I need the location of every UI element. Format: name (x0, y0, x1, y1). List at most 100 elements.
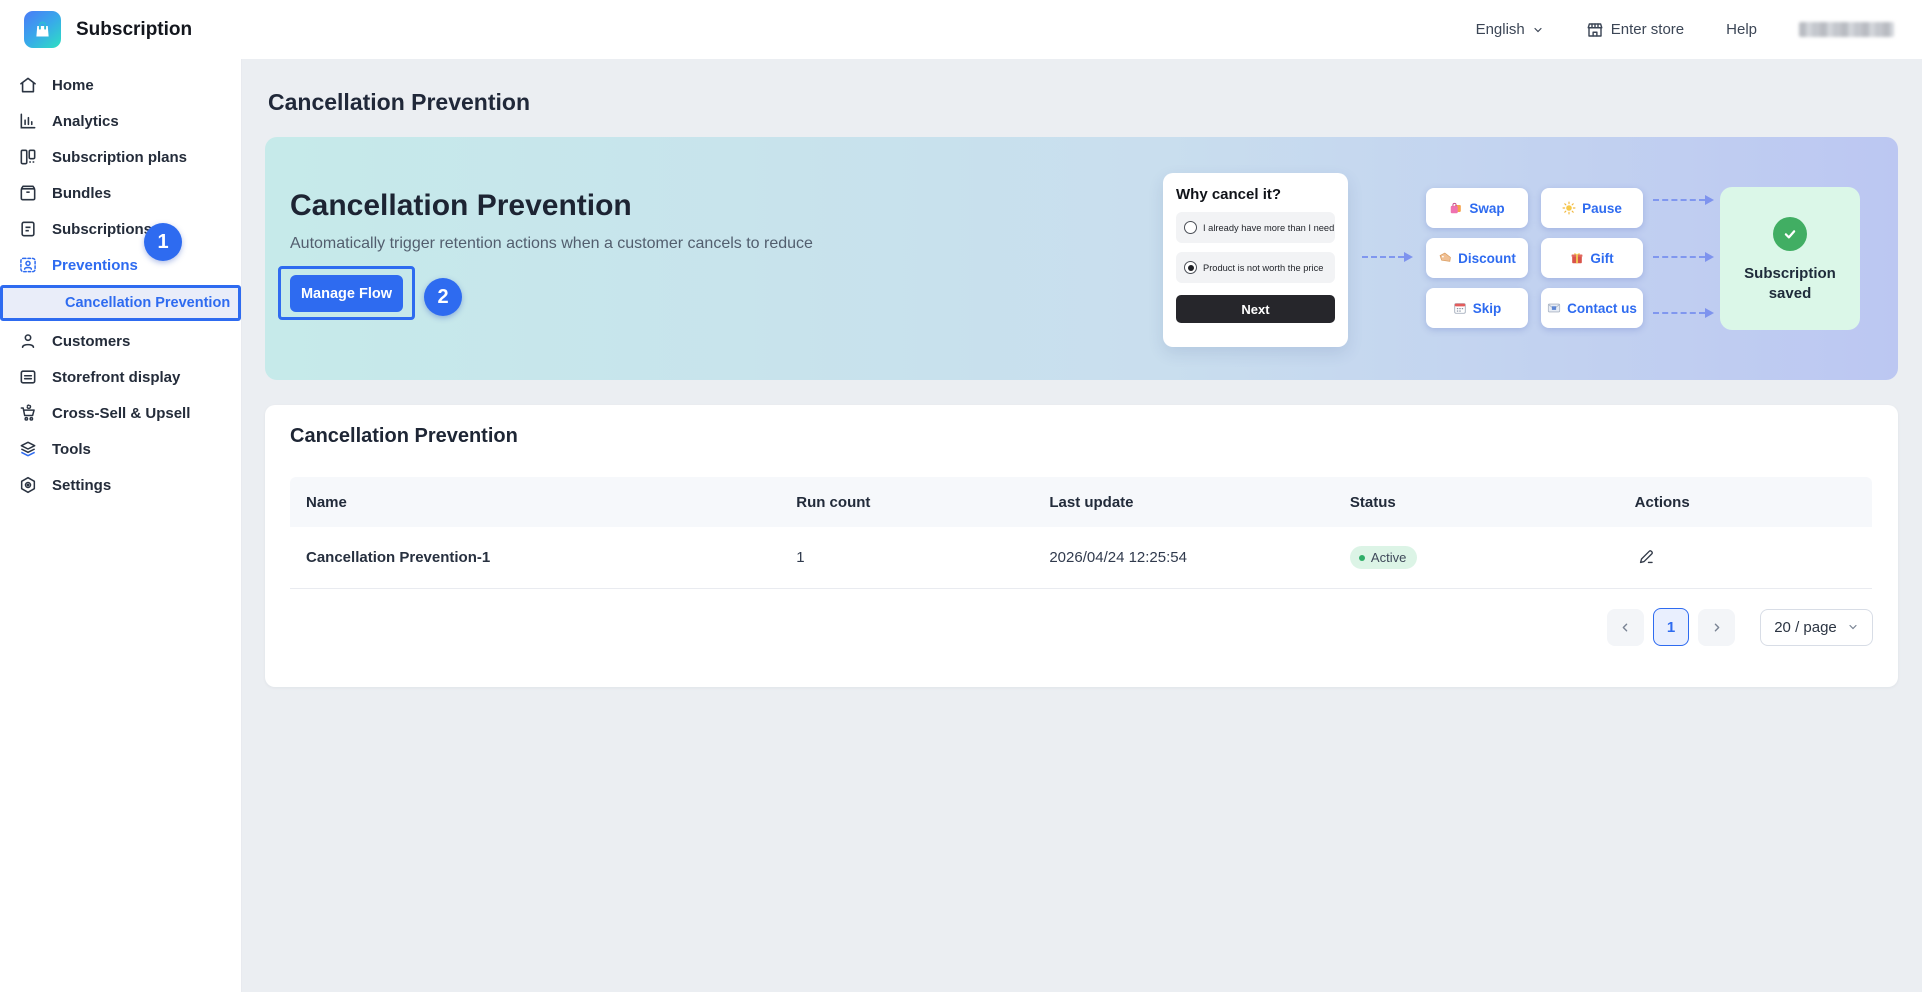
sidebar-item-bundles[interactable]: Bundles (0, 175, 241, 211)
sidebar-item-cross-sell-upsell[interactable]: Cross-Sell & Upsell (0, 395, 241, 431)
help-label: Help (1726, 21, 1757, 38)
sidebar-item-label: Preventions (52, 256, 138, 274)
cell-actions (1635, 545, 1872, 570)
retention-action-pause: Pause (1541, 188, 1643, 228)
sidebar-item-label: Storefront display (52, 368, 181, 386)
table-heading: Cancellation Prevention (290, 425, 518, 447)
storefront-icon (1586, 21, 1604, 39)
user-menu[interactable] (1799, 22, 1894, 37)
flow-arrow-icon (1653, 252, 1714, 262)
survey-title: Why cancel it? (1176, 186, 1282, 203)
gift-icon (1570, 251, 1584, 265)
layers-icon (18, 439, 38, 459)
saved-text-line1: Subscription (1744, 265, 1836, 282)
status-badge: Active (1349, 546, 1418, 569)
retention-action-swap: Swap (1426, 188, 1528, 228)
flow-arrow-icon (1653, 195, 1714, 205)
topbar: Subscription English Enter store Help (0, 0, 1922, 59)
retention-action-label: Swap (1469, 200, 1505, 216)
cell-status: Active (1349, 546, 1635, 569)
document-icon (18, 219, 38, 239)
flow-arrow-icon (1653, 308, 1714, 318)
cart-icon (18, 403, 38, 423)
edit-button[interactable] (1635, 545, 1658, 568)
sidebar-item-tools[interactable]: Tools (0, 431, 241, 467)
language-label: English (1475, 21, 1525, 38)
email-icon (1547, 301, 1561, 315)
cancel-survey-card: Why cancel it? I already have more than … (1163, 173, 1348, 347)
sidebar: Home Analytics Subscription plans Bundle… (0, 59, 242, 992)
bar-chart-icon (18, 111, 38, 131)
prev-page-button[interactable] (1607, 608, 1644, 646)
column-header-actions: Actions (1634, 493, 1690, 511)
retention-action-discount: Discount (1426, 238, 1528, 278)
column-header-last-update: Last update (1049, 493, 1134, 511)
user-name-redacted (1799, 22, 1894, 37)
sidebar-item-label: Home (52, 76, 94, 94)
enter-store-label: Enter store (1610, 21, 1685, 38)
next-page-button[interactable] (1698, 608, 1735, 646)
retention-action-label: Pause (1582, 200, 1622, 216)
sidebar-item-home[interactable]: Home (0, 67, 241, 103)
sidebar-item-customers[interactable]: Customers (0, 323, 241, 359)
sidebar-item-label: Subscriptions (52, 220, 153, 238)
price-tag-icon (1438, 251, 1452, 265)
help-button[interactable]: Help (1726, 21, 1757, 38)
sidebar-item-subscriptions[interactable]: Subscriptions (0, 211, 241, 247)
retention-action-skip: Skip (1426, 288, 1528, 328)
sidebar-item-cancellation-prevention[interactable]: Cancellation Prevention (0, 285, 241, 321)
retention-action-label: Gift (1590, 250, 1614, 266)
sidebar-item-settings[interactable]: Settings (0, 467, 241, 503)
radio-unselected-icon (1184, 221, 1197, 234)
enter-store-button[interactable]: Enter store (1586, 21, 1684, 39)
survey-option-label: I already have more than I need (1203, 222, 1335, 233)
page-1-button[interactable]: 1 (1653, 608, 1689, 646)
sidebar-item-label: Customers (52, 332, 131, 350)
subscription-saved-card: Subscription saved (1720, 187, 1860, 330)
cancellation-prevention-banner: Cancellation Prevention Automatically tr… (265, 137, 1898, 380)
sidebar-item-label: Analytics (52, 112, 119, 130)
sidebar-item-label: Subscription plans (52, 148, 188, 166)
annotation-step-2-badge: 2 (424, 278, 462, 316)
columns-icon (18, 147, 38, 167)
survey-next-button: Next (1176, 295, 1335, 323)
sidebar-item-label: Cross-Sell & Upsell (52, 404, 191, 422)
sidebar-item-preventions[interactable]: Preventions (0, 247, 241, 283)
retention-action-label: Discount (1458, 250, 1516, 266)
annotation-step-2-box (278, 266, 415, 320)
language-selector[interactable]: English (1476, 21, 1544, 38)
survey-option-label: Product is not worth the price (1203, 262, 1324, 273)
chevron-down-icon (1532, 24, 1544, 36)
chevron-down-icon (1847, 621, 1859, 633)
check-circle-icon (1773, 217, 1807, 251)
person-dashed-icon (18, 255, 38, 275)
table-header-row: Name Run count Last update Status Action… (290, 477, 1872, 527)
sidebar-subitem-label: Cancellation Prevention (65, 295, 231, 311)
retention-actions-grid: Swap Pause Discount Gift Skip Contact us (1426, 188, 1643, 328)
radio-selected-icon (1184, 261, 1197, 274)
package-icon (18, 183, 38, 203)
cell-run-count: 1 (796, 549, 805, 566)
calendar-icon (1453, 301, 1467, 315)
flow-arrow-icon (1362, 252, 1413, 262)
sun-icon (1562, 201, 1576, 215)
saved-text: Subscription saved (1744, 264, 1836, 304)
pagination: 1 20 / page (1607, 608, 1873, 646)
sidebar-item-label: Tools (52, 440, 91, 458)
survey-option-2: Product is not worth the price (1176, 252, 1335, 283)
sidebar-item-subscription-plans[interactable]: Subscription plans (0, 139, 241, 175)
saved-text-line2: saved (1768, 285, 1812, 302)
retention-action-label: Contact us (1567, 300, 1637, 316)
main-content: Cancellation Prevention Cancellation Pre… (242, 59, 1922, 992)
column-header-name: Name (306, 493, 347, 511)
sidebar-item-analytics[interactable]: Analytics (0, 103, 241, 139)
app-title: Subscription (76, 18, 193, 40)
page-size-select[interactable]: 20 / page (1760, 608, 1873, 646)
sidebar-item-label: Settings (52, 476, 112, 494)
person-icon (18, 331, 38, 351)
column-header-status: Status (1349, 493, 1396, 511)
storefront-panel-icon (18, 367, 38, 387)
sidebar-item-storefront-display[interactable]: Storefront display (0, 359, 241, 395)
table-row: Cancellation Prevention-1 1 2026/04/24 1… (290, 527, 1872, 589)
home-icon (18, 75, 38, 95)
